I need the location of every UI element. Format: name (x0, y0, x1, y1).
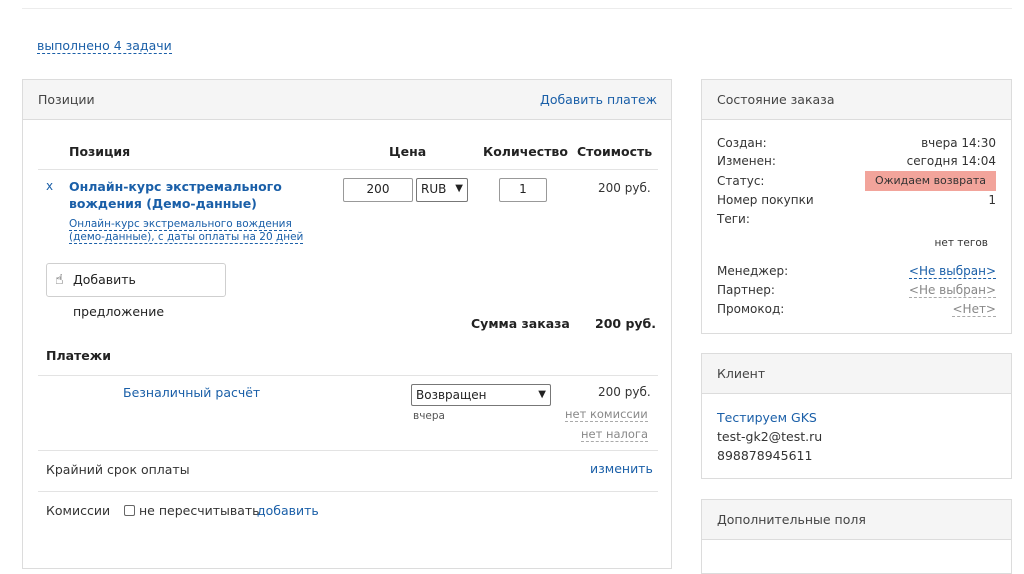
col-price: Цена (389, 144, 427, 159)
quantity-input[interactable]: 1 (499, 178, 547, 202)
commissions-label: Комиссии (46, 503, 111, 518)
status-label: Статус: (717, 174, 765, 188)
add-commission-link[interactable]: добавить (257, 503, 319, 518)
deadline-divider-top (38, 450, 658, 451)
price-input[interactable]: 200 (343, 178, 413, 202)
payments-divider (38, 375, 658, 376)
payment-method-link[interactable]: Безналичный расчёт (123, 385, 260, 400)
status-badge: Ожидаем возврата (864, 171, 996, 191)
client-panel: Клиент Тестируем GKS test-gk2@test.ru 89… (701, 353, 1012, 479)
no-recalc-label[interactable]: не пересчитывать (139, 503, 260, 518)
remove-item-button[interactable]: x (46, 179, 53, 193)
created-value: вчера 14:30 (921, 136, 996, 150)
tags-label: Теги: (717, 212, 750, 226)
client-title: Клиент (717, 366, 766, 381)
order-total-value: 200 руб. (595, 316, 657, 331)
manager-label: Менеджер: (717, 264, 789, 278)
product-description-text[interactable]: Онлайн-курс экстремального вождения (дем… (69, 218, 304, 244)
chevron-down-icon: ▼ (455, 183, 463, 194)
purchase-number-label: Номер покупки (717, 193, 814, 207)
payment-status-value: Возвращен (416, 388, 487, 402)
product-name-link[interactable]: Онлайн-курс экстремального вождения (Дем… (69, 178, 309, 212)
tax-link[interactable]: нет налога (581, 427, 648, 442)
header-divider (38, 169, 658, 170)
purchase-number-value: 1 (988, 193, 996, 207)
promo-link[interactable]: <Нет> (952, 302, 996, 317)
col-cost: Стоимость (577, 144, 653, 159)
client-header: Клиент (702, 354, 1011, 394)
client-email: test-gk2@test.ru (717, 429, 823, 444)
deadline-divider-bottom (38, 491, 658, 492)
payment-amount: 200 руб. (598, 385, 651, 399)
manager-select-link[interactable]: <Не выбран> (908, 264, 996, 279)
positions-panel-header: Позиции Добавить платеж (23, 80, 671, 120)
promo-label: Промокод: (717, 302, 785, 316)
payment-status-select[interactable]: Возвращен ▼ (411, 384, 551, 406)
change-deadline-link[interactable]: изменить (590, 461, 653, 476)
client-phone: 898878945611 (717, 448, 813, 463)
tags-value: нет тегов (934, 237, 988, 249)
top-divider (22, 8, 1012, 9)
order-total-label: Сумма заказа (471, 316, 570, 331)
product-description[interactable]: Онлайн-курс экстремального вождения (дем… (69, 218, 329, 244)
no-recalc-checkbox[interactable] (124, 505, 135, 516)
currency-select[interactable]: RUB ▼ (416, 178, 468, 202)
created-label: Создан: (717, 136, 767, 150)
changed-label: Изменен: (717, 154, 776, 168)
order-state-header: Состояние заказа (702, 80, 1011, 120)
col-position: Позиция (69, 144, 131, 159)
item-cost: 200 руб. (598, 181, 651, 195)
extra-fields-title: Дополнительные поля (717, 512, 866, 527)
currency-value: RUB (421, 182, 447, 196)
deadline-label: Крайний срок оплаты (46, 462, 190, 477)
order-state-title: Состояние заказа (717, 92, 835, 107)
client-name-link[interactable]: Тестируем GKS (717, 410, 817, 425)
commission-link[interactable]: нет комиссии (565, 407, 648, 422)
tasks-completed-link[interactable]: выполнено 4 задачи (37, 38, 172, 54)
extra-fields-panel: Дополнительные поля (701, 499, 1012, 574)
payments-title: Платежи (46, 348, 111, 363)
payment-date: вчера (413, 410, 445, 422)
order-state-panel: Состояние заказа Создан: вчера 14:30 Изм… (701, 79, 1012, 334)
add-offer-label: Добавить предложение (73, 272, 165, 319)
partner-select-link[interactable]: <Не выбран> (908, 283, 996, 298)
partner-label: Партнер: (717, 283, 775, 297)
changed-value: сегодня 14:04 (906, 154, 996, 168)
add-payment-link[interactable]: Добавить платеж (540, 92, 657, 107)
positions-panel: Позиции Добавить платеж Позиция Цена Кол… (22, 79, 672, 569)
add-offer-button[interactable]: ☝ Добавить предложение (46, 263, 226, 319)
positions-title: Позиции (38, 92, 95, 107)
col-quantity: Количество (483, 144, 568, 159)
hand-pointer-icon: ☝ (55, 272, 64, 288)
chevron-down-icon: ▼ (538, 389, 546, 400)
extra-fields-header: Дополнительные поля (702, 500, 1011, 540)
